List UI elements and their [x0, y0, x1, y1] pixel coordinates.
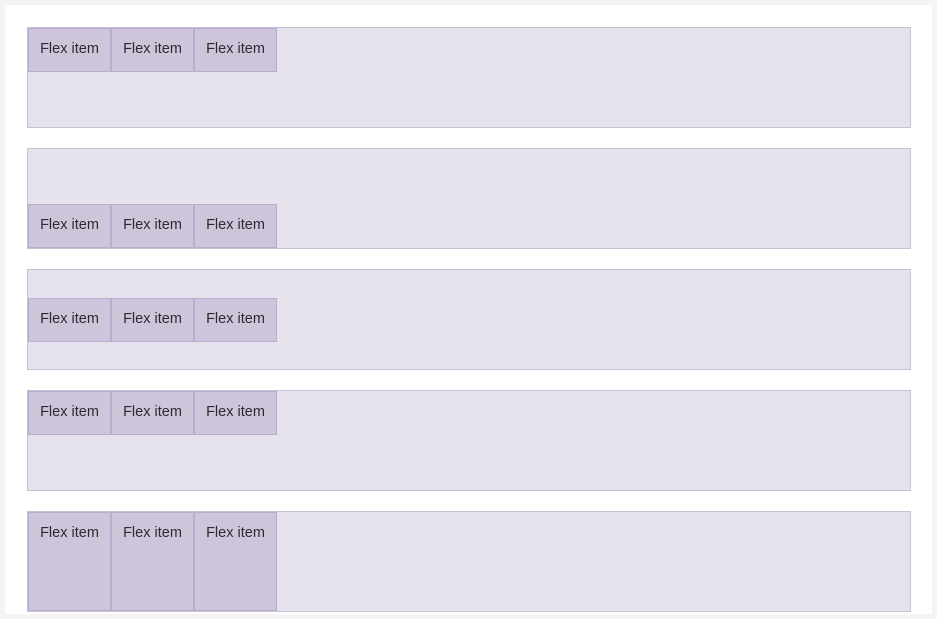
flex-item: Flex item — [194, 204, 277, 248]
flex-item: Flex item — [111, 391, 194, 435]
flex-item: Flex item — [28, 391, 111, 435]
flex-item: Flex item — [194, 297, 277, 342]
flex-item: Flex item — [194, 512, 277, 611]
flex-item: Flex item — [111, 512, 194, 611]
flex-container-stack: Flex item Flex item Flex item Flex item … — [27, 27, 911, 612]
flex-item: Flex item — [28, 204, 111, 248]
flex-item: Flex item — [111, 28, 194, 72]
flex-container-stretch: Flex item Flex item Flex item — [27, 511, 911, 612]
flex-container-center: Flex item Flex item Flex item — [27, 269, 911, 370]
flex-item: Flex item — [28, 28, 111, 72]
flex-item: Flex item — [194, 28, 277, 72]
flex-item: Flex item — [28, 297, 111, 342]
flex-item: Flex item — [111, 297, 194, 342]
flex-item: Flex item — [111, 204, 194, 248]
flex-container-flex-end: Flex item Flex item Flex item — [27, 148, 911, 249]
flex-container-flex-start: Flex item Flex item Flex item — [27, 27, 911, 128]
page-sheet: Flex item Flex item Flex item Flex item … — [5, 5, 932, 614]
flex-container-baseline: Flex item Flex item Flex item — [27, 390, 911, 491]
flex-item: Flex item — [194, 391, 277, 435]
flex-item: Flex item — [28, 512, 111, 611]
